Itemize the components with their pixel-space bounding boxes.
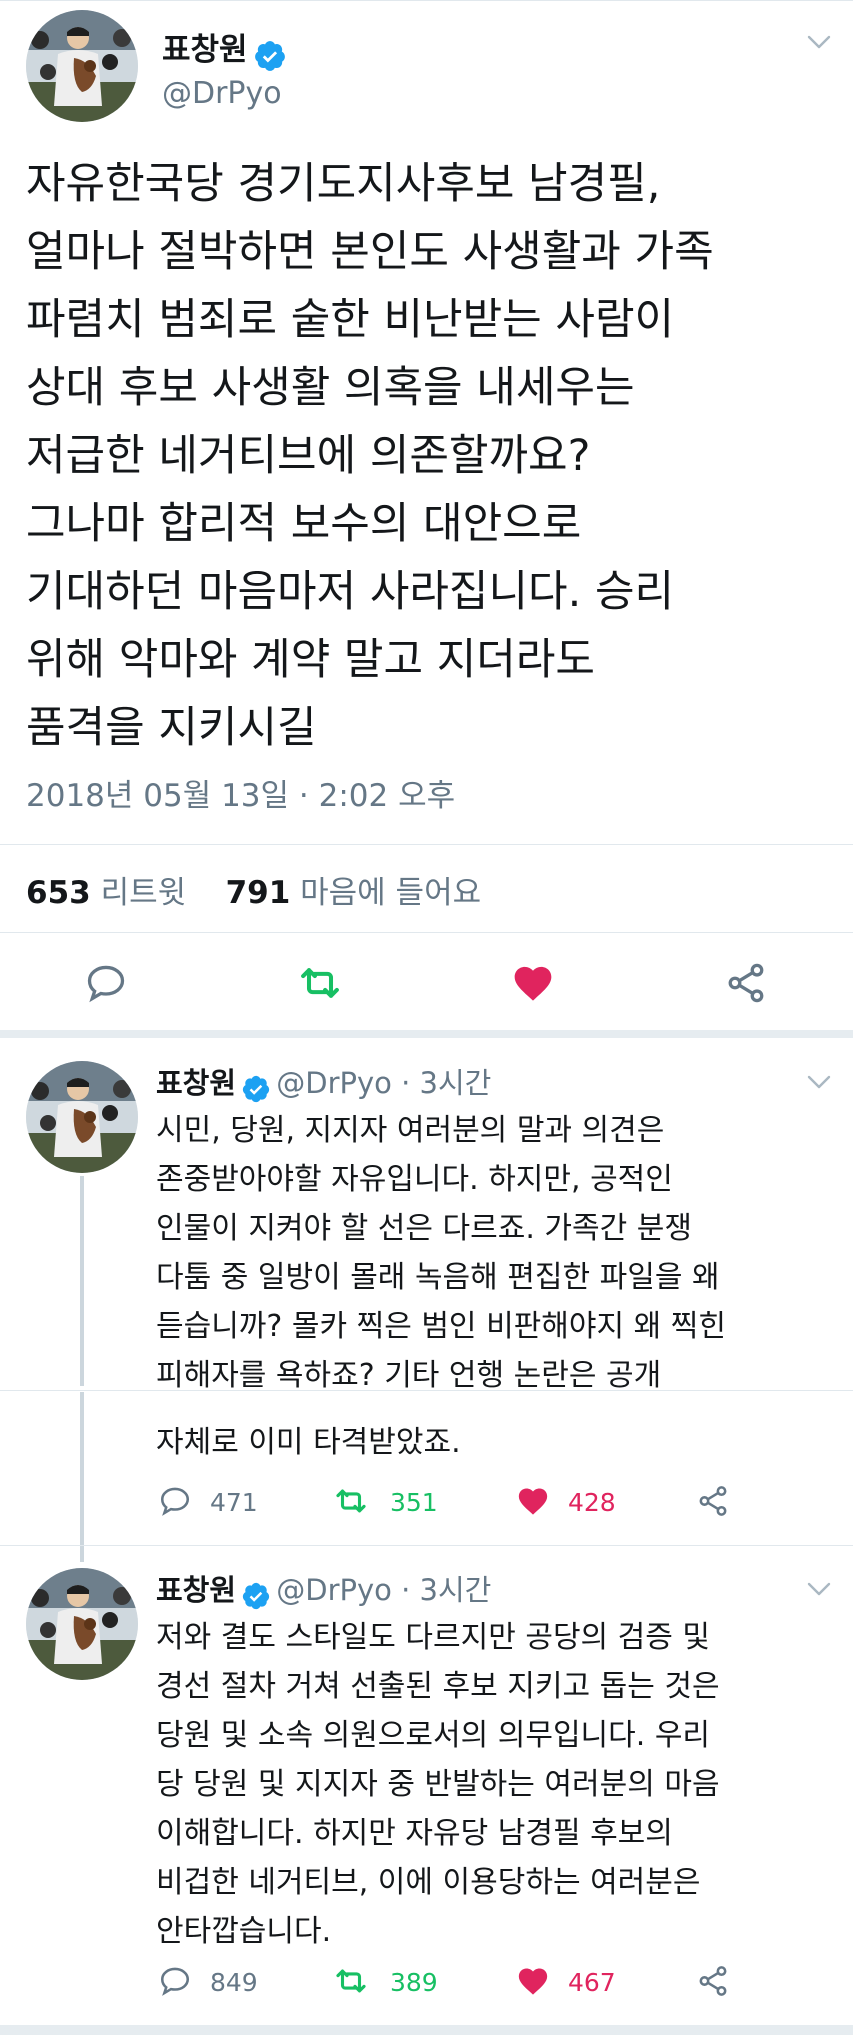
like-icon[interactable]	[516, 1964, 550, 1998]
verified-icon	[253, 39, 287, 73]
top-divider	[0, 0, 853, 1]
retweet-label[interactable]: 리트윗	[101, 875, 187, 911]
reply-author-name[interactable]: 표창원	[156, 1573, 236, 1607]
chevron-down-icon[interactable]	[806, 34, 832, 50]
thread-line	[80, 1176, 84, 1386]
share-icon[interactable]	[696, 1484, 730, 1518]
retweet-icon[interactable]	[334, 1964, 368, 1998]
stats-top-divider	[0, 844, 853, 845]
retweet-icon[interactable]	[334, 1484, 368, 1518]
avatar[interactable]	[26, 10, 138, 122]
reply-handle[interactable]: @DrPyo · 3시간	[276, 1066, 491, 1100]
verified-icon	[241, 1074, 271, 1104]
reply-header: 표창원 @DrPyo · 3시간	[156, 1567, 491, 1611]
avatar-photo	[26, 1061, 138, 1173]
author-handle[interactable]: @DrPyo	[162, 76, 282, 111]
reply-icon[interactable]	[158, 1484, 192, 1518]
share-icon[interactable]	[724, 961, 768, 1005]
chevron-down-icon[interactable]	[806, 1581, 832, 1597]
retweet-count[interactable]: 389	[390, 1968, 438, 1997]
reply-text-continued: 자체로 이미 타격받았죠.	[156, 1425, 461, 1460]
like-label[interactable]: 마음에 들어요	[300, 875, 481, 911]
reply-divider	[0, 1545, 853, 1546]
like-count[interactable]: 428	[568, 1488, 616, 1517]
avatar-photo	[26, 1568, 138, 1680]
reply-header: 표창원 @DrPyo · 3시간	[156, 1060, 491, 1104]
tweet-stats: 653 리트윗 791 마음에 들어요	[26, 867, 481, 912]
like-count[interactable]: 791	[226, 875, 291, 911]
reply-split-divider	[0, 1390, 853, 1391]
share-icon[interactable]	[696, 1964, 730, 1998]
like-icon[interactable]	[511, 961, 555, 1005]
reply-text: 시민, 당원, 지지자 여러분의 말과 의견은 존중받아야할 자유입니다. 하지…	[156, 1113, 726, 1393]
verified-icon	[241, 1581, 271, 1611]
author-name[interactable]: 표창원	[162, 32, 248, 68]
like-count[interactable]: 467	[568, 1968, 616, 1997]
reply-author-name[interactable]: 표창원	[156, 1066, 236, 1100]
reply-icon[interactable]	[158, 1964, 192, 1998]
reply-icon[interactable]	[84, 961, 128, 1005]
avatar-photo	[26, 10, 138, 122]
reply-avatar[interactable]	[26, 1568, 138, 1680]
bottom-gap	[0, 2025, 853, 2035]
retweet-icon[interactable]	[298, 961, 342, 1005]
reply-avatar[interactable]	[26, 1061, 138, 1173]
reply-count[interactable]: 849	[210, 1968, 258, 1997]
reply-count[interactable]: 471	[210, 1488, 258, 1517]
tweet-text: 자유한국당 경기도지사후보 남경필, 얼마나 절박하면 본인도 사생활과 가족 …	[26, 159, 714, 753]
reply-handle[interactable]: @DrPyo · 3시간	[276, 1573, 491, 1607]
retweet-count[interactable]: 351	[390, 1488, 438, 1517]
chevron-down-icon[interactable]	[806, 1074, 832, 1090]
main-author: 표창원	[162, 24, 287, 73]
tweet-timestamp[interactable]: 2018년 05월 13일 · 2:02 오후	[26, 770, 455, 815]
thread-line	[80, 1392, 84, 1562]
retweet-count[interactable]: 653	[26, 875, 91, 911]
stats-bottom-divider	[0, 932, 853, 933]
reply-text: 저와 결도 스타일도 다르지만 공당의 검증 및 경선 절차 거쳐 선출된 후보…	[156, 1620, 720, 1949]
section-gap	[0, 1030, 853, 1038]
like-icon[interactable]	[516, 1484, 550, 1518]
